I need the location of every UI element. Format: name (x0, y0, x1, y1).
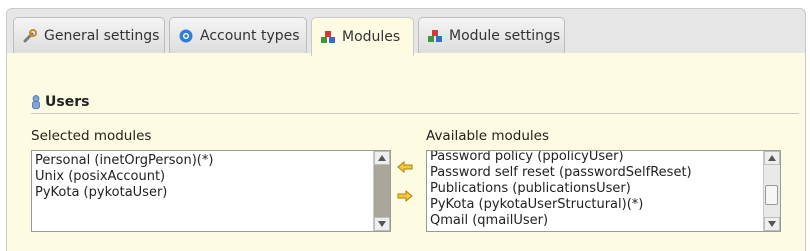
list-item[interactable]: Publications (publicationsUser) (430, 181, 762, 197)
move-left-arrow-icon[interactable] (396, 160, 414, 174)
scroll-up-button[interactable] (374, 151, 390, 165)
list-item[interactable]: Personal (inetOrgPerson)(*) (35, 153, 372, 169)
tab-label: Account types (200, 28, 300, 44)
list-item[interactable]: Unix (posixAccount) (35, 169, 372, 185)
tab-bar: General settings Account types Modules M… (6, 8, 806, 56)
list-item[interactable]: Password self reset (passwordSelfReset) (430, 165, 762, 181)
available-modules-list[interactable]: Password policy (ppolicyUser) Password s… (426, 150, 781, 232)
scroll-down-button[interactable] (374, 217, 390, 231)
gear-globe-icon (178, 28, 194, 44)
scroll-up-button[interactable] (764, 151, 780, 165)
user-icon (31, 95, 41, 109)
tab-module-settings[interactable]: Module settings (418, 17, 565, 54)
selected-modules-label: Selected modules (31, 128, 152, 144)
section-title: Users (45, 94, 90, 110)
tab-label: General settings (44, 28, 160, 44)
selected-modules-list[interactable]: Personal (inetOrgPerson)(*) Unix (posixA… (31, 150, 391, 232)
list-item[interactable]: PyKota (pykotaUserStructural)(*) (430, 197, 762, 213)
move-right-arrow-icon[interactable] (396, 189, 414, 203)
modules-blocks-icon (320, 29, 336, 45)
wrench-icon (22, 28, 38, 44)
scroll-down-button[interactable] (764, 217, 780, 231)
modules-panel: Users Selected modules Available modules… (6, 53, 806, 251)
modules-blocks-icon (427, 28, 443, 44)
tab-label: Modules (342, 29, 401, 45)
tab-label: Module settings (449, 28, 561, 44)
section-header: Users (31, 91, 799, 114)
tab-general-settings[interactable]: General settings (13, 17, 165, 54)
scrollbar-thumb[interactable] (765, 185, 778, 205)
list-item[interactable]: PyKota (pykotaUser) (35, 185, 372, 201)
list-item[interactable]: Qmail (qmailUser) (430, 213, 762, 229)
tab-account-types[interactable]: Account types (169, 17, 307, 54)
scrollbar[interactable] (763, 151, 780, 231)
tab-modules[interactable]: Modules (311, 17, 414, 56)
window: General settings Account types Modules M… (0, 0, 810, 251)
list-item[interactable]: Password policy (ppolicyUser) (430, 151, 762, 165)
scrollbar[interactable] (373, 151, 390, 231)
available-modules-label: Available modules (426, 128, 550, 144)
